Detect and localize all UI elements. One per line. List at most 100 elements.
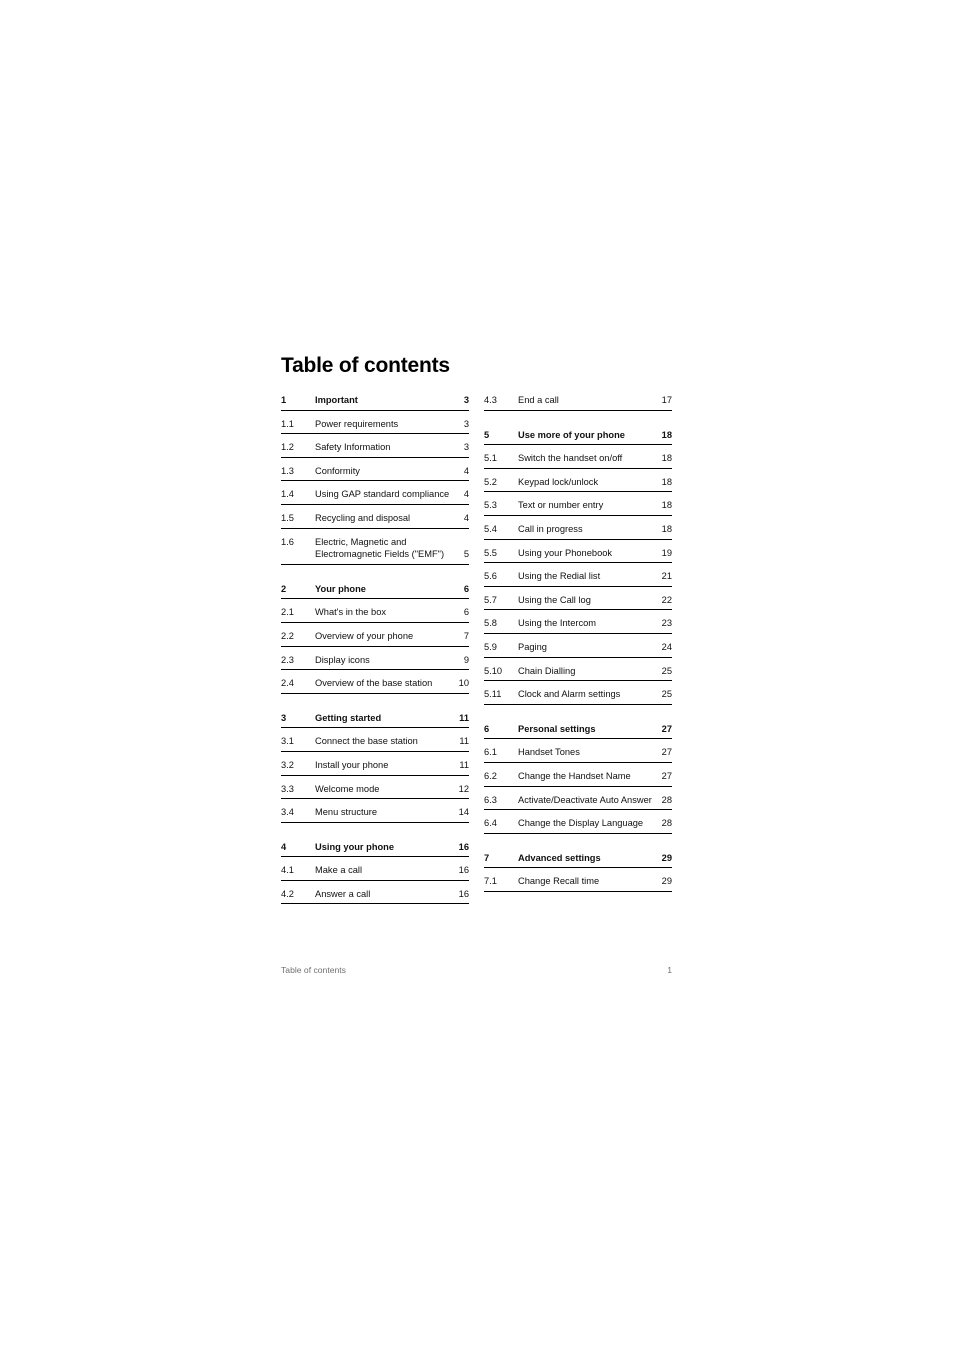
toc-entry-row[interactable]: 6.3 Activate/Deactivate Auto Answer 28 [484, 787, 672, 811]
toc-entry-row[interactable]: 5.3 Text or number entry 18 [484, 492, 672, 516]
toc-entry-label: Change the Handset Name [518, 770, 631, 781]
toc-entry-row[interactable]: 4.2 Answer a call 16 [281, 881, 469, 905]
toc-entry-label: Overview of your phone [315, 630, 414, 641]
toc-entry-page: 29 [661, 852, 672, 863]
toc-entry-number: 5.8 [484, 618, 497, 629]
toc-entry-label: Clock and Alarm settings [518, 689, 621, 700]
toc-entry-label: Menu structure [315, 807, 378, 818]
toc-entry-page: 3 [463, 418, 469, 429]
page-title: Table of contents [281, 354, 450, 377]
toc-entry-page: 22 [661, 594, 672, 605]
toc-entry-row[interactable]: 3.4 Menu structure 14 [281, 799, 469, 823]
toc-entry-row[interactable]: 5.9 Paging 24 [484, 634, 672, 658]
toc-entry-row[interactable]: 5.5 Using your Phonebook 19 [484, 540, 672, 564]
toc-section-row[interactable]: 4 Using your phone 16 [281, 834, 469, 858]
toc-entry-row[interactable]: 2.3 Display icons 9 [281, 647, 469, 671]
toc-entry-label: Connect the base station [315, 736, 418, 747]
toc-section-row[interactable]: 5 Use more of your phone 18 [484, 422, 672, 446]
toc-entry-page: 14 [458, 807, 469, 818]
toc-entry-row[interactable]: 5.11 Clock and Alarm settings 25 [484, 681, 672, 705]
toc-entry-number: 5 [484, 429, 490, 440]
toc-section-row[interactable]: 3 Getting started 11 [281, 705, 469, 729]
toc-entry-label: Using the Intercom [518, 618, 597, 629]
toc-entry-row[interactable]: 5.1 Switch the handset on/off 18 [484, 445, 672, 469]
toc-entry-number: 6.4 [484, 818, 497, 829]
toc-entry-label: Switch the handset on/off [518, 453, 623, 464]
toc-entry-label: Chain Dialling [518, 665, 576, 676]
toc-entry-row[interactable]: 3.1 Connect the base station 11 [281, 728, 469, 752]
toc-entry-label: Using your phone [315, 841, 395, 852]
toc-content-area: Table of contents 1 Important 3 1.1 Power re… [281, 353, 672, 905]
toc-entry-page: 27 [661, 747, 672, 758]
toc-entry-row[interactable]: 5.2 Keypad lock/unlock 18 [484, 469, 672, 493]
toc-entry-number: 6.1 [484, 747, 497, 758]
toc-section-row[interactable]: 7 Advanced settings 29 [484, 845, 672, 869]
toc-entry-row[interactable]: 6.1 Handset Tones 27 [484, 739, 672, 763]
footer-label: Table of contents [281, 965, 346, 975]
toc-section-row[interactable]: 2 Your phone 6 [281, 576, 469, 600]
toc-entry-row[interactable]: 4.3 End a call 17 [484, 387, 672, 411]
toc-entry-row[interactable]: 1.1 Power requirements 3 [281, 411, 469, 435]
toc-entry-label: Conformity [315, 465, 360, 476]
toc-entry-number: 5.3 [484, 500, 497, 511]
toc-entry-page: 4 [463, 489, 469, 500]
toc-entry-row[interactable]: 5.8 Using the Intercom 23 [484, 610, 672, 634]
toc-entry-label: Call in progress [518, 523, 583, 534]
toc-entry-number: 5.9 [484, 641, 497, 652]
toc-entry-label: Change Recall time [518, 876, 600, 887]
toc-entry-number: 5.7 [484, 594, 497, 605]
toc-entry-row[interactable]: 5.4 Call in progress 18 [484, 516, 672, 540]
toc-entry-number: 5.11 [484, 689, 502, 700]
toc-entry-label: Getting started [315, 712, 382, 723]
toc-entry-row[interactable]: 1.4 Using GAP standard compliance 4 [281, 481, 469, 505]
toc-entry-label: What's in the box [315, 607, 387, 618]
toc-entry-row[interactable]: 2.4 Overview of the base station 10 [281, 670, 469, 694]
toc-entry-row[interactable]: 1.5 Recycling and disposal 4 [281, 505, 469, 529]
toc-entry-page: 18 [661, 523, 672, 534]
toc-entry-row[interactable]: 3.2 Install your phone 11 [281, 752, 469, 776]
toc-entry-label: Answer a call [315, 888, 371, 899]
toc-entry-page: 3 [463, 395, 469, 405]
toc-entry-label: Change the Display Language [518, 818, 644, 829]
toc-entry-page: 11 [459, 759, 469, 770]
toc-entry-row[interactable]: 4.1 Make a call 16 [281, 857, 469, 881]
toc-entry-page: 21 [661, 571, 672, 582]
toc-entry-row[interactable]: 7.1 Change Recall time 29 [484, 868, 672, 892]
toc-entry-label: Keypad lock/unlock [518, 476, 599, 487]
toc-entry-number: 2.3 [281, 654, 294, 665]
toc-entry-number: 4 [281, 841, 287, 852]
toc-entry-row[interactable]: 2.2 Overview of your phone 7 [281, 623, 469, 647]
toc-entry-row[interactable]: 5.7 Using the Call log 22 [484, 587, 672, 611]
toc-entry-label: Text or number entry [518, 500, 604, 511]
toc-entry-page: 23 [661, 618, 672, 629]
toc-entry-number: 1.5 [281, 512, 294, 523]
toc-entry-row[interactable]: 5.10 Chain Dialling 25 [484, 658, 672, 682]
toc-entry-label: Advanced settings [518, 852, 601, 863]
toc-entry-page: 12 [458, 783, 469, 794]
toc-entry-number: 5.4 [484, 523, 497, 534]
toc-column-right: 4.3 End a call 17 5 Use more of your phone 18… [484, 387, 672, 892]
toc-entry-number: 1.6 [281, 536, 294, 547]
toc-entry-label: Welcome mode [315, 783, 380, 794]
toc-section-row[interactable]: 1 Important 3 [281, 387, 469, 411]
toc-entry-row[interactable]: 1.6 Electric, Magnetic and Electromagneti… [281, 529, 469, 565]
toc-entry-row[interactable]: 6.2 Change the Handset Name 27 [484, 763, 672, 787]
toc-entry-label: Paging [518, 641, 547, 652]
toc-entry-row[interactable]: 1.3 Conformity 4 [281, 458, 469, 482]
toc-section-row[interactable]: 6 Personal settings 27 [484, 716, 672, 740]
toc-entry-page: 9 [463, 654, 469, 665]
toc-entry-number: 1.3 [281, 465, 294, 476]
toc-entry-label: Install your phone [315, 759, 389, 770]
toc-entry-row[interactable]: 3.3 Welcome mode 12 [281, 776, 469, 800]
toc-entry-number: 6.2 [484, 770, 497, 781]
toc-entry-number: 2.4 [281, 678, 294, 689]
toc-entry-label: Your phone [315, 583, 366, 594]
toc-entry-row[interactable]: 5.6 Using the Redial list 21 [484, 563, 672, 587]
toc-entry-row[interactable]: 6.4 Change the Display Language 28 [484, 810, 672, 834]
toc-entry-number: 1 [281, 395, 287, 405]
toc-entry-row[interactable]: 1.2 Safety Information 3 [281, 434, 469, 458]
toc-entry-page: 16 [458, 841, 469, 852]
toc-entry-page: 3 [463, 442, 469, 453]
toc-entry-row[interactable]: 2.1 What's in the box 6 [281, 599, 469, 623]
toc-entry-number: 2.2 [281, 630, 294, 641]
